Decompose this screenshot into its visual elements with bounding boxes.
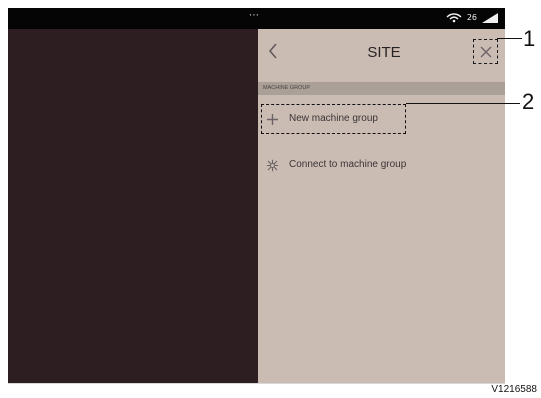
new-group-callout-line	[406, 103, 520, 104]
page-title: SITE	[367, 44, 401, 61]
status-icons: 26	[446, 11, 498, 25]
close-button-callout-box[interactable]	[473, 39, 498, 64]
close-callout-line	[497, 38, 522, 39]
site-panel-header: SITE	[258, 29, 505, 74]
connect-to-machine-group-item[interactable]: Connect to machine group	[266, 153, 406, 177]
plus-icon	[266, 113, 279, 126]
annotated-screenshot-page: ⋯ 26 SITE MACHINE GROUP New machine grou…	[0, 0, 541, 398]
new-group-callout-number: 2	[522, 89, 535, 114]
bottom-separator	[8, 383, 505, 384]
status-bar: ⋯ 26	[8, 8, 505, 29]
status-text: 26	[466, 13, 477, 22]
figure-code: V1216588	[491, 384, 537, 395]
chevron-left-icon[interactable]	[267, 42, 281, 60]
close-callout-number: 1	[523, 26, 536, 51]
connect-icon	[266, 159, 279, 172]
machine-group-section-header: MACHINE GROUP	[258, 82, 505, 95]
signal-icon	[482, 13, 498, 23]
main-map-area	[8, 29, 258, 383]
connect-to-machine-group-label: Connect to machine group	[289, 159, 407, 170]
wifi-icon	[446, 13, 462, 23]
tablet-screen: ⋯ 26 SITE MACHINE GROUP New machine grou…	[8, 8, 505, 383]
new-machine-group-item[interactable]: New machine group	[266, 107, 378, 131]
status-center-indicator: ⋯	[249, 10, 259, 21]
close-icon[interactable]	[479, 45, 493, 59]
site-panel: SITE MACHINE GROUP New machine group Con…	[258, 29, 505, 383]
new-machine-group-label: New machine group	[289, 113, 378, 124]
